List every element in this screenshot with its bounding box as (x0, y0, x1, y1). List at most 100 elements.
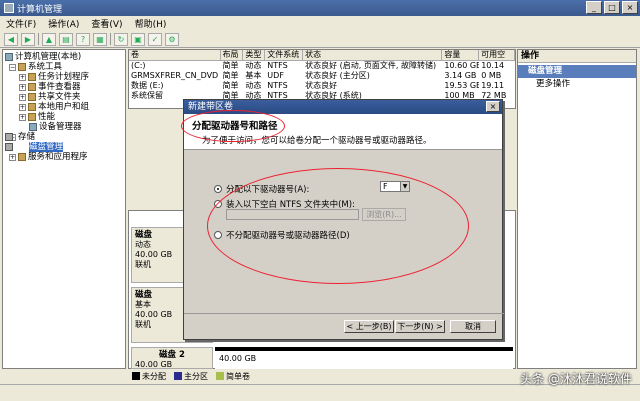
tree-item-system-tools[interactable]: − 系统工具 (5, 62, 123, 72)
dialog-subheading: 为了便于访问，您可以给卷分配一个驱动器号或驱动器路径。 (202, 136, 432, 146)
disk-legend: 未分配 主分区 简单卷 (128, 370, 516, 382)
settings-icon[interactable]: ⚙ (165, 32, 179, 46)
console-icon[interactable]: ▦ (93, 32, 107, 46)
column-header[interactable]: 状态 (303, 50, 443, 60)
services-icon (18, 153, 26, 161)
menu-action[interactable]: 操作(A) (48, 17, 79, 30)
dialog-options: 分配以下驱动器号(A): 装入以下空白 NTFS 文件夹中(M): 不分配驱动器… (184, 151, 504, 311)
expand-icon[interactable]: + (19, 73, 26, 81)
legend-primary: 主分区 (174, 371, 208, 382)
collapse-icon[interactable]: − (9, 63, 16, 71)
maximize-button[interactable]: □ (604, 1, 620, 14)
actions-header: 操作 (518, 50, 636, 63)
window-title: 计算机管理 (17, 4, 63, 15)
volume-list-header: 卷 布局 类型 文件系统 状态 容量 可用空 (129, 50, 515, 61)
tree-item-shared-folders[interactable]: + 共享文件夹 (5, 92, 123, 102)
dialog-divider (184, 313, 504, 314)
tree-item-event-viewer[interactable]: + 事件查看器 (5, 82, 123, 92)
column-header[interactable]: 卷 (129, 50, 221, 60)
check-icon[interactable]: ✓ (148, 32, 162, 46)
back-icon[interactable]: ◀ (4, 32, 18, 46)
table-row[interactable]: 数据 (E:) 简单 动态 NTFS 状态良好 19.53 GB 19.11 (129, 81, 515, 91)
properties-icon[interactable]: ▣ (131, 32, 145, 46)
show-tree-icon[interactable]: ▤ (59, 32, 73, 46)
dialog-close-button[interactable]: × (486, 101, 500, 112)
option-no-drive-letter[interactable]: 不分配驱动器号或驱动器路径(D) (214, 229, 350, 241)
next-button[interactable]: 下一步(N) > (395, 320, 445, 333)
expand-icon[interactable]: + (9, 153, 16, 161)
menu-help[interactable]: 帮助(H) (135, 17, 167, 30)
tree-item-services[interactable]: + 服务和应用程序 (5, 152, 123, 162)
tree-item-local-users[interactable]: + 本地用户和组 (5, 102, 123, 112)
minimize-button[interactable]: _ (586, 1, 602, 14)
toolbar-separator (110, 33, 111, 45)
dialog-title-bar: 新建带区卷 × (184, 100, 502, 114)
tree-item-root[interactable]: 计算机管理(本地) (5, 52, 123, 62)
help-icon[interactable]: ? (76, 32, 90, 46)
disk-icon (5, 143, 13, 151)
column-header[interactable]: 布局 (221, 50, 244, 60)
dialog-header: 分配驱动器号和路径 为了便于访问，您可以给卷分配一个驱动器号或驱动器路径。 (184, 114, 502, 150)
users-icon (28, 103, 36, 111)
device-icon (29, 123, 37, 131)
new-striped-volume-dialog: 新建带区卷 × 分配驱动器号和路径 为了便于访问，您可以给卷分配一个驱动器号或驱… (183, 99, 504, 340)
legend-swatch (216, 372, 224, 380)
expand-icon[interactable]: + (19, 83, 26, 91)
column-header[interactable]: 文件系统 (265, 50, 304, 60)
legend-swatch (132, 372, 140, 380)
navigation-tree: 计算机管理(本地) − 系统工具 + 任务计划程序 + 事件查看器 + 共享文件夹 + 本… (2, 49, 126, 369)
expand-icon[interactable]: + (19, 113, 26, 121)
tools-icon (18, 63, 26, 71)
browse-button[interactable]: 浏览(R)... (362, 208, 406, 221)
menu-bar: 文件(F) 操作(A) 查看(V) 帮助(H) (0, 16, 640, 31)
up-folder-icon[interactable]: ▲ (42, 32, 56, 46)
tree-item-disk-management[interactable]: 磁盘管理 (5, 142, 123, 152)
drive-letter-select[interactable]: F ▼ (380, 181, 410, 192)
computer-management-window: 计算机管理 _ □ × 文件(F) 操作(A) 查看(V) 帮助(H) ◀ ▶ … (0, 0, 640, 401)
legend-unallocated: 未分配 (132, 371, 166, 382)
radio-no-drive-letter[interactable] (214, 231, 222, 239)
folder-path-input[interactable] (226, 209, 359, 220)
performance-icon (28, 113, 36, 121)
cancel-button[interactable]: 取消 (450, 320, 496, 333)
chevron-down-icon[interactable]: ▼ (400, 182, 409, 191)
legend-simple: 简单卷 (216, 371, 250, 382)
disk-info-2[interactable]: 磁盘 2 40.00 GB (131, 347, 213, 369)
title-bar: 计算机管理 _ □ × (0, 0, 640, 16)
app-icon (4, 3, 14, 13)
refresh-icon[interactable]: ↻ (114, 32, 128, 46)
dialog-title: 新建带区卷 (188, 102, 234, 112)
back-button[interactable]: < 上一步(B) (344, 320, 394, 333)
tree-item-performance[interactable]: + 性能 (5, 112, 123, 122)
computer-icon (5, 53, 13, 61)
option-assign-drive-letter[interactable]: 分配以下驱动器号(A): (214, 183, 309, 195)
close-button[interactable]: × (622, 1, 638, 14)
radio-assign-drive-letter[interactable] (214, 185, 222, 193)
table-row[interactable]: (C:) 简单 动态 NTFS 状态良好 (启动, 页面文件, 故障转储) 10.60 G… (129, 61, 515, 71)
column-header[interactable]: 类型 (243, 50, 266, 60)
tree-item-storage[interactable]: −存储 (5, 132, 123, 142)
clock-icon (28, 73, 36, 81)
tree-item-device-manager[interactable]: 设备管理器 (5, 122, 123, 132)
watermark: 头条 @沐沐君说软件 (520, 372, 632, 386)
expand-icon[interactable]: + (19, 103, 26, 111)
forward-icon[interactable]: ▶ (21, 32, 35, 46)
table-row[interactable]: GRMSXFRER_CN_DVD (D:)简单基本UDF状态良好 (主分区)3.… (129, 71, 515, 81)
tree-item-task-scheduler[interactable]: + 任务计划程序 (5, 72, 123, 82)
expand-icon[interactable]: + (19, 93, 26, 101)
more-actions-link[interactable]: 更多操作 (518, 78, 636, 91)
column-header[interactable]: 容量 (442, 50, 480, 60)
actions-section-disk-management[interactable]: 磁盘管理 (518, 65, 636, 78)
unallocated-partition[interactable]: 40.00 GB (215, 347, 513, 369)
radio-mount-folder[interactable] (214, 200, 222, 208)
toolbar: ◀ ▶ ▲ ▤ ? ▦ ↻ ▣ ✓ ⚙ (0, 31, 640, 48)
actions-pane: 操作 磁盘管理 更多操作 (517, 49, 637, 369)
column-header[interactable]: 可用空 (479, 50, 515, 60)
legend-swatch (174, 372, 182, 380)
dialog-heading: 分配驱动器号和路径 (192, 121, 278, 132)
menu-view[interactable]: 查看(V) (91, 17, 122, 30)
storage-icon (5, 133, 13, 141)
toolbar-separator (38, 33, 39, 45)
folder-icon (28, 93, 36, 101)
menu-file[interactable]: 文件(F) (6, 17, 36, 30)
